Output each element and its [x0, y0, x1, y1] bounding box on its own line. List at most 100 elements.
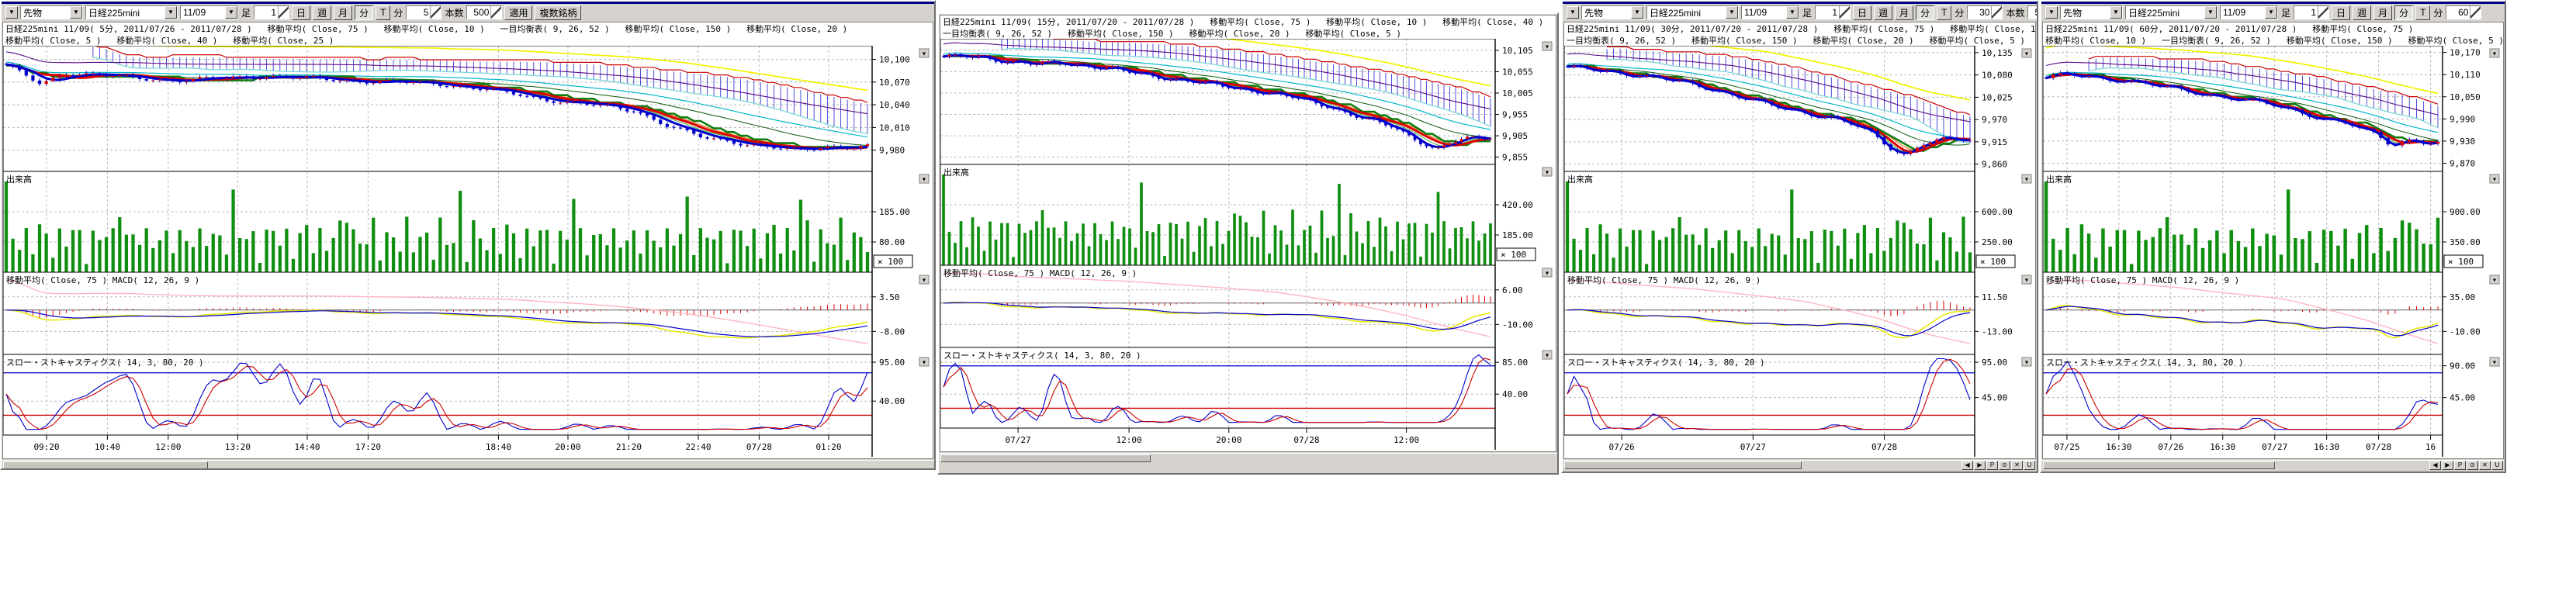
horizontal-scrollbar[interactable]: ◀ ▶ P ⊙ ✕ U [2041, 460, 2505, 470]
market-select[interactable]: 先物▼ [1581, 5, 1644, 19]
section-dropdown-button[interactable]: ▼ [2490, 275, 2499, 284]
symbol-select[interactable]: 日経225mini▼ [2125, 5, 2218, 19]
period-day-button[interactable]: 日 [2332, 5, 2350, 20]
period-tick-button[interactable]: T [2415, 5, 2430, 20]
candlestick [178, 81, 182, 82]
spinner-icon[interactable] [1839, 6, 1850, 19]
minute-value-spinner[interactable]: 5 [406, 5, 441, 19]
volume-bar [2116, 230, 2120, 272]
spinner-icon[interactable] [2470, 6, 2481, 19]
symbol-select[interactable]: 日経225mini▼ [1646, 5, 1739, 19]
spinner-icon[interactable] [2318, 6, 2328, 19]
multi-symbol-button[interactable]: 複数銘柄 [535, 5, 581, 20]
svg-text:▼: ▼ [2492, 278, 2498, 284]
scrollbar-thumb[interactable] [1564, 461, 1802, 469]
section-dropdown-button[interactable]: ▼ [1542, 168, 1552, 176]
price-chart-canvas[interactable]: 10,13510,08010,0259,9709,9159,860600.002… [1564, 46, 2034, 458]
scrollbar-thumb[interactable] [3, 461, 208, 469]
nav-zoom-button[interactable]: ⊙ [2467, 461, 2478, 470]
nav-zoom-button[interactable]: ⊙ [1999, 461, 2010, 470]
chevron-down-icon[interactable]: ▼ [225, 6, 237, 19]
period-day-button[interactable]: 日 [292, 5, 310, 20]
period-month-button[interactable]: 月 [334, 5, 352, 20]
section-dropdown-button[interactable]: ▼ [2022, 49, 2031, 57]
section-dropdown-button[interactable]: ▼ [2022, 358, 2031, 366]
price-chart-canvas[interactable]: 10,10510,05510,0059,9559,9059,855420.001… [940, 39, 1554, 451]
chevron-down-icon[interactable]: ▼ [164, 6, 177, 19]
contract-month-select[interactable]: 11/09▼ [180, 5, 238, 19]
chevron-down-icon[interactable]: ▼ [70, 6, 82, 19]
horizontal-scrollbar[interactable] [939, 453, 1557, 463]
spinner-icon[interactable] [430, 6, 441, 19]
nav-right-button[interactable]: ▶ [2442, 461, 2453, 470]
market-select[interactable]: 先物▼ [2060, 5, 2123, 19]
section-dropdown-button[interactable]: ▼ [2490, 49, 2499, 57]
scrollbar-thumb[interactable] [2043, 461, 2275, 469]
nav-right-button[interactable]: ▶ [1974, 461, 1986, 470]
section-dropdown-button[interactable]: ▼ [2022, 174, 2031, 183]
period-month-button[interactable]: 月 [1895, 5, 1913, 20]
section-dropdown-button[interactable]: ▼ [919, 275, 929, 284]
spinner-icon[interactable] [1991, 6, 2002, 19]
section-dropdown-button[interactable]: ▼ [919, 358, 929, 366]
period-month-button[interactable]: 月 [2373, 5, 2392, 20]
chevron-down-icon[interactable]: ▼ [2204, 6, 2217, 19]
nav-close-button[interactable]: ✕ [2011, 461, 2023, 470]
bar-interval-spinner[interactable]: 1 [2294, 5, 2329, 19]
apply-button[interactable]: 適用 [504, 5, 532, 20]
volume-bar [205, 246, 208, 272]
price-chart-canvas[interactable]: 10,17010,11010,0509,9909,9309,870900.003… [2043, 46, 2502, 458]
nav-close-button[interactable]: ✕ [2479, 461, 2491, 470]
period-minute-button[interactable]: 分 [2394, 5, 2413, 20]
candlestick [965, 56, 968, 57]
chevron-down-icon[interactable]: ▼ [2110, 6, 2122, 19]
market-select[interactable]: 先物▼ [20, 5, 83, 19]
nav-pointer-button[interactable]: P [1986, 461, 1998, 470]
section-dropdown-button[interactable]: ▼ [1542, 268, 1552, 277]
bar-count-spinner[interactable]: 500 [466, 5, 502, 19]
symbol-select[interactable]: 日経225mini▼ [85, 5, 178, 19]
scrollbar-thumb[interactable] [940, 454, 1151, 462]
price-chart-canvas[interactable]: 10,10010,07010,04010,0109,980185.0080.00… [3, 46, 931, 458]
period-tick-button[interactable]: T [1937, 5, 1951, 20]
minute-value-spinner[interactable]: 60 [2446, 5, 2481, 19]
spinner-icon[interactable] [278, 6, 289, 19]
period-minute-button[interactable]: 分 [355, 5, 373, 20]
system-menu-button[interactable]: ▼ [1567, 6, 1579, 19]
section-dropdown-button[interactable]: ▼ [1542, 42, 1552, 50]
nav-update-button[interactable]: U [2024, 461, 2035, 470]
minute-value-spinner[interactable]: 30 [1967, 5, 2003, 19]
period-day-button[interactable]: 日 [1853, 5, 1871, 20]
section-dropdown-button[interactable]: ▼ [2490, 358, 2499, 366]
section-dropdown-button[interactable]: ▼ [919, 49, 929, 57]
contract-month-select[interactable]: 11/09▼ [2220, 5, 2278, 19]
nav-pointer-button[interactable]: P [2454, 461, 2466, 470]
bar-interval-spinner[interactable]: 1 [1815, 5, 1851, 19]
system-menu-button[interactable]: ▼ [2045, 6, 2058, 19]
section-dropdown-button[interactable]: ▼ [2490, 174, 2499, 183]
chevron-down-icon[interactable]: ▼ [1631, 6, 1643, 19]
volume-bar [1065, 221, 1068, 265]
chevron-down-icon[interactable]: ▼ [1786, 6, 1799, 19]
bar-interval-spinner[interactable]: 1 [254, 5, 289, 19]
period-minute-button[interactable]: 分 [1916, 5, 1934, 20]
section-dropdown-button[interactable]: ▼ [919, 174, 929, 183]
contract-month-select[interactable]: 11/09▼ [1741, 5, 1799, 19]
period-week-button[interactable]: 週 [2353, 5, 2371, 20]
horizontal-scrollbar[interactable]: ◀ ▶ P ⊙ ✕ U [1563, 460, 2037, 470]
nav-update-button[interactable]: U [2491, 461, 2503, 470]
horizontal-scrollbar[interactable] [2, 460, 934, 470]
period-tick-button[interactable]: T [376, 5, 390, 20]
nav-left-button[interactable]: ◀ [1961, 461, 1973, 470]
nav-left-button[interactable]: ◀ [2429, 461, 2441, 470]
period-week-button[interactable]: 週 [1874, 5, 1892, 20]
chevron-down-icon[interactable]: ▼ [2265, 6, 2277, 19]
period-week-button[interactable]: 週 [313, 5, 331, 20]
candlestick [365, 82, 369, 84]
section-dropdown-button[interactable]: ▼ [1542, 351, 1552, 359]
bar-count-spinner[interactable]: 500 [2027, 5, 2037, 19]
chevron-down-icon[interactable]: ▼ [1726, 6, 1738, 19]
spinner-icon[interactable] [490, 6, 501, 19]
system-menu-button[interactable]: ▼ [5, 6, 18, 19]
section-dropdown-button[interactable]: ▼ [2022, 275, 2031, 284]
